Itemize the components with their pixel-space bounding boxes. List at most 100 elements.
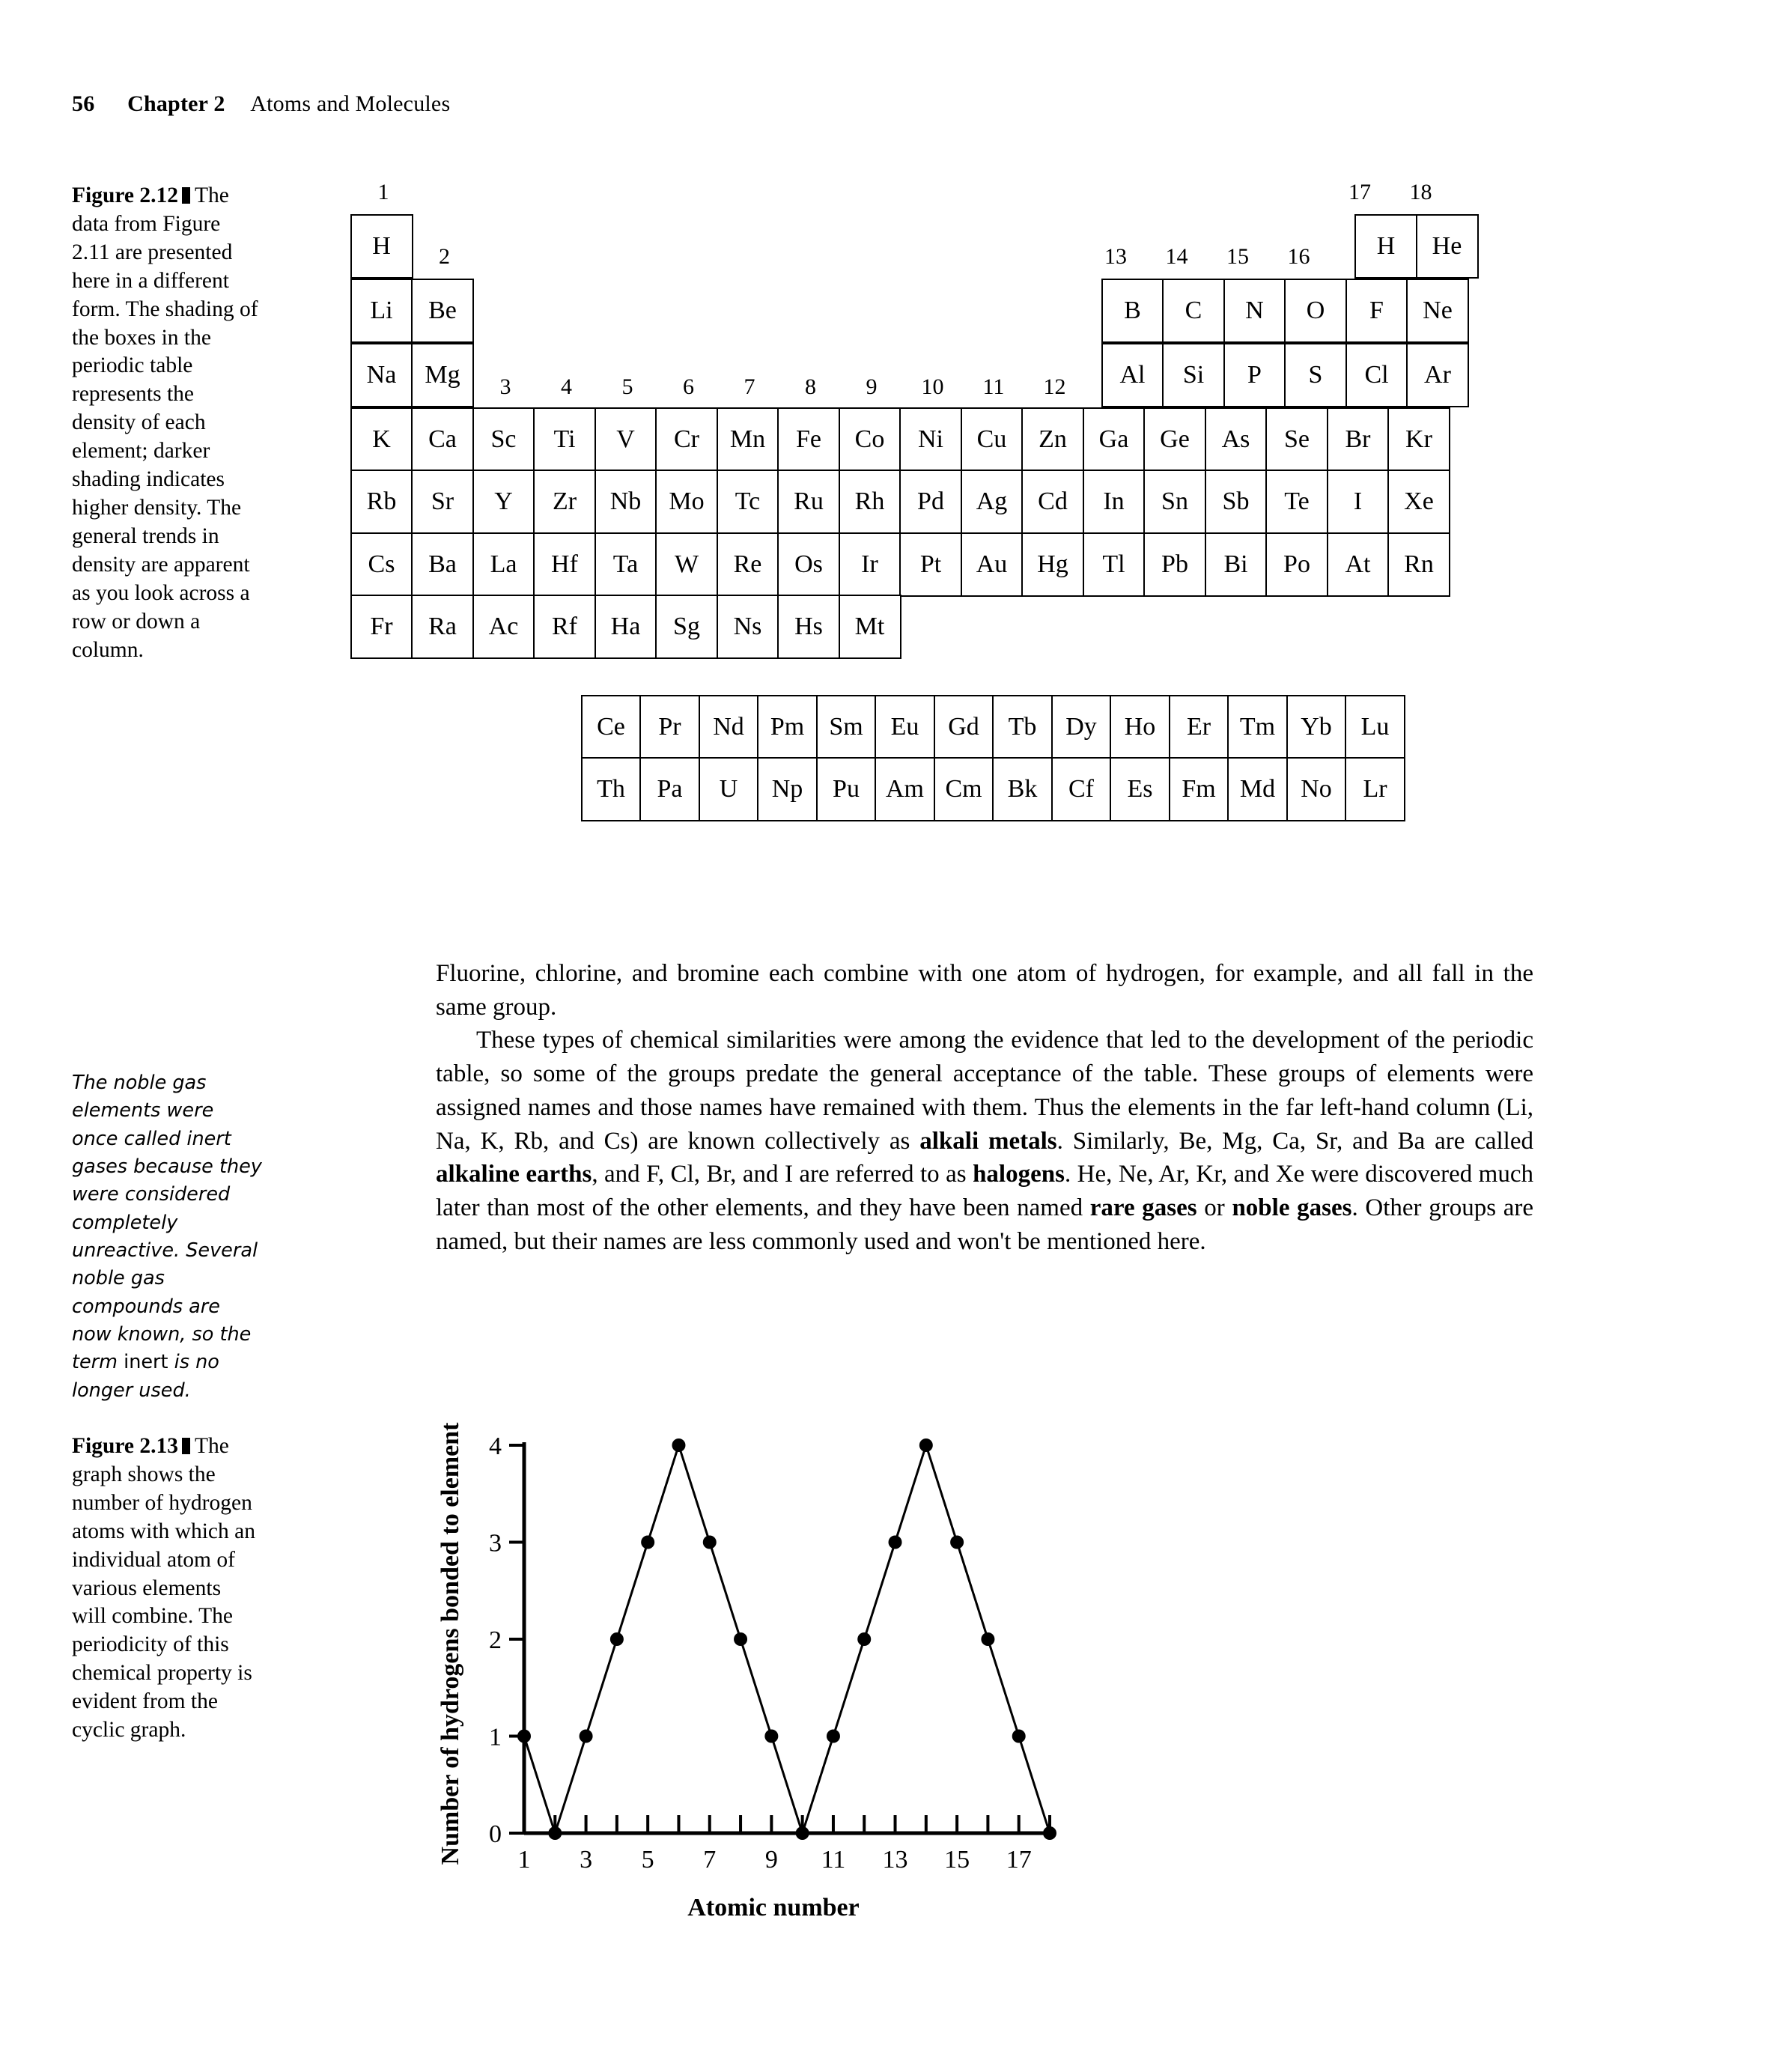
element-cell-gd[interactable]: Gd — [933, 694, 994, 759]
element-cell-no[interactable]: No — [1286, 757, 1347, 821]
element-cell-th[interactable]: Th — [580, 757, 642, 821]
element-cell-tb[interactable]: Tb — [992, 694, 1053, 759]
element-cell-pt[interactable]: Pt — [899, 532, 962, 597]
element-cell-rn[interactable]: Rn — [1387, 532, 1450, 597]
element-cell-ce[interactable]: Ce — [580, 694, 642, 759]
element-cell-hf[interactable]: Hf — [533, 532, 596, 597]
element-cell-lr[interactable]: Lr — [1345, 757, 1405, 821]
element-cell-ca[interactable]: Ca — [411, 407, 474, 472]
element-cell-sr[interactable]: Sr — [411, 470, 474, 534]
element-cell-i[interactable]: I — [1326, 470, 1390, 534]
element-cell-w[interactable]: W — [655, 532, 718, 597]
element-cell-nb[interactable]: Nb — [594, 470, 657, 534]
element-cell-c[interactable]: C — [1162, 278, 1225, 343]
element-cell-co[interactable]: Co — [838, 407, 901, 472]
element-cell-cd[interactable]: Cd — [1021, 470, 1084, 534]
element-cell-sm[interactable]: Sm — [815, 694, 877, 759]
element-cell-si[interactable]: Si — [1162, 342, 1225, 407]
element-cell-te[interactable]: Te — [1265, 470, 1328, 534]
element-cell-os[interactable]: Os — [777, 532, 840, 597]
element-cell-cl[interactable]: Cl — [1345, 342, 1408, 407]
element-cell-f[interactable]: F — [1345, 278, 1408, 343]
element-cell-ir[interactable]: Ir — [838, 532, 901, 597]
element-cell-fe[interactable]: Fe — [777, 407, 840, 472]
element-cell-bi[interactable]: Bi — [1204, 532, 1268, 597]
element-cell-er[interactable]: Er — [1168, 694, 1229, 759]
element-cell-bk[interactable]: Bk — [992, 757, 1053, 821]
element-cell-k[interactable]: K — [350, 407, 413, 472]
element-cell-ta[interactable]: Ta — [594, 532, 657, 597]
element-cell-zn[interactable]: Zn — [1021, 407, 1084, 472]
element-cell-sc[interactable]: Sc — [472, 407, 535, 472]
element-cell-cu[interactable]: Cu — [960, 407, 1024, 472]
element-cell-ns[interactable]: Ns — [716, 595, 779, 659]
element-cell-y[interactable]: Y — [472, 470, 535, 534]
element-cell-tm[interactable]: Tm — [1227, 694, 1288, 759]
element-cell-al[interactable]: Al — [1101, 342, 1164, 407]
element-cell-xe[interactable]: Xe — [1387, 470, 1450, 534]
element-cell-br[interactable]: Br — [1326, 407, 1390, 472]
element-cell-np[interactable]: Np — [757, 757, 818, 821]
element-cell-as[interactable]: As — [1204, 407, 1268, 472]
element-cell-au[interactable]: Au — [960, 532, 1024, 597]
element-cell-cr[interactable]: Cr — [655, 407, 718, 472]
element-cell-tl[interactable]: Tl — [1082, 532, 1146, 597]
element-cell-u[interactable]: U — [698, 757, 759, 821]
element-cell-kr[interactable]: Kr — [1387, 407, 1450, 472]
element-cell-cs[interactable]: Cs — [350, 532, 413, 597]
element-cell-li[interactable]: Li — [350, 278, 413, 343]
element-cell-rh[interactable]: Rh — [838, 470, 901, 534]
element-cell-na[interactable]: Na — [350, 342, 413, 407]
element-cell-pr[interactable]: Pr — [639, 694, 700, 759]
element-cell-ne[interactable]: Ne — [1406, 278, 1469, 343]
element-cell-ge[interactable]: Ge — [1143, 407, 1206, 472]
element-cell-in[interactable]: In — [1082, 470, 1146, 534]
element-cell-cm[interactable]: Cm — [933, 757, 994, 821]
element-cell-lu[interactable]: Lu — [1345, 694, 1405, 759]
element-cell-at[interactable]: At — [1326, 532, 1390, 597]
element-cell-pa[interactable]: Pa — [639, 757, 700, 821]
element-cell-ho[interactable]: Ho — [1110, 694, 1170, 759]
element-cell-pu[interactable]: Pu — [815, 757, 877, 821]
element-cell-rb[interactable]: Rb — [350, 470, 413, 534]
element-cell-n[interactable]: N — [1223, 278, 1286, 343]
element-cell-sb[interactable]: Sb — [1204, 470, 1268, 534]
element-cell-mn[interactable]: Mn — [716, 407, 779, 472]
element-cell-md[interactable]: Md — [1227, 757, 1288, 821]
element-cell-am[interactable]: Am — [875, 757, 935, 821]
element-cell-sg[interactable]: Sg — [655, 595, 718, 659]
element-cell-dy[interactable]: Dy — [1050, 694, 1112, 759]
element-cell-ba[interactable]: Ba — [411, 532, 474, 597]
element-cell-h[interactable]: H — [350, 213, 413, 279]
element-cell-mg[interactable]: Mg — [411, 342, 474, 407]
element-cell-po[interactable]: Po — [1265, 532, 1328, 597]
element-cell-zr[interactable]: Zr — [533, 470, 596, 534]
element-cell-ga[interactable]: Ga — [1082, 407, 1146, 472]
element-cell-se[interactable]: Se — [1265, 407, 1328, 472]
element-cell-tc[interactable]: Tc — [716, 470, 779, 534]
element-cell-pm[interactable]: Pm — [757, 694, 818, 759]
element-cell-p[interactable]: P — [1223, 342, 1286, 407]
element-cell-ar[interactable]: Ar — [1406, 342, 1469, 407]
element-cell-fr[interactable]: Fr — [350, 595, 413, 659]
element-cell-ac[interactable]: Ac — [472, 595, 535, 659]
element-cell-h[interactable]: H — [1354, 213, 1417, 279]
element-cell-hg[interactable]: Hg — [1021, 532, 1084, 597]
element-cell-pb[interactable]: Pb — [1143, 532, 1206, 597]
element-cell-fm[interactable]: Fm — [1168, 757, 1229, 821]
element-cell-ra[interactable]: Ra — [411, 595, 474, 659]
element-cell-re[interactable]: Re — [716, 532, 779, 597]
element-cell-cf[interactable]: Cf — [1050, 757, 1112, 821]
element-cell-be[interactable]: Be — [411, 278, 474, 343]
element-cell-mo[interactable]: Mo — [655, 470, 718, 534]
element-cell-la[interactable]: La — [472, 532, 535, 597]
element-cell-sn[interactable]: Sn — [1143, 470, 1206, 534]
element-cell-rf[interactable]: Rf — [533, 595, 596, 659]
element-cell-v[interactable]: V — [594, 407, 657, 472]
element-cell-hs[interactable]: Hs — [777, 595, 840, 659]
element-cell-nd[interactable]: Nd — [698, 694, 759, 759]
element-cell-he[interactable]: He — [1415, 213, 1479, 279]
element-cell-pd[interactable]: Pd — [899, 470, 962, 534]
element-cell-ti[interactable]: Ti — [533, 407, 596, 472]
element-cell-o[interactable]: O — [1284, 278, 1347, 343]
